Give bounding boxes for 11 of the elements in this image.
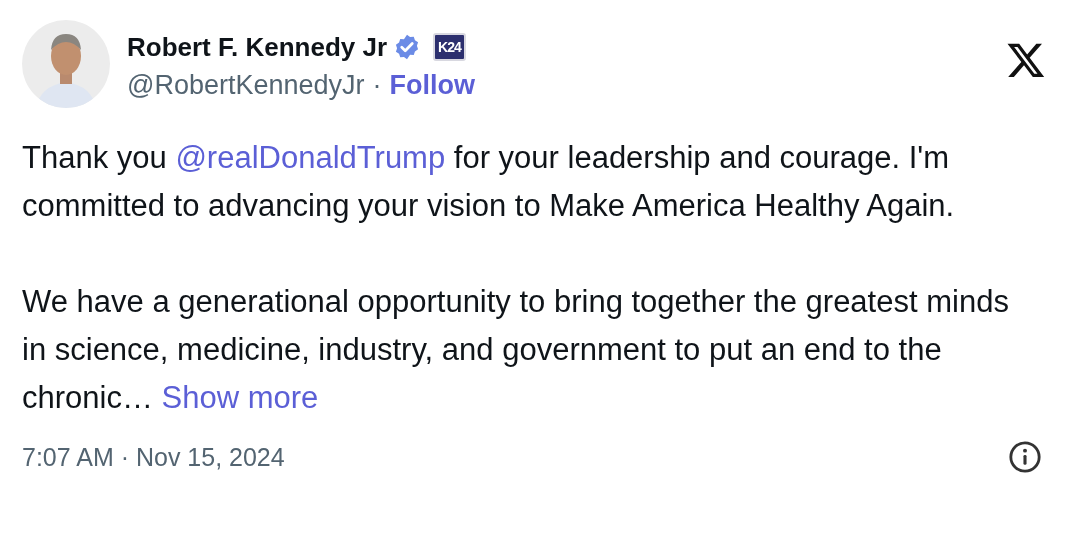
affiliate-badge: K24 — [433, 33, 466, 61]
info-icon[interactable] — [1008, 440, 1042, 474]
author-name[interactable]: Robert F. Kennedy Jr — [127, 31, 388, 63]
tweet-text: Thank you @realDonaldTrump for your leadership and courage. I'm committed to advancing your vision to Make America Healthy Again. — [22, 139, 956, 225]
tweet-text: We have a generational opportunity to bring together the greatest minds in science, medicine, industry, and government to put an end to the chronic… Show more — [22, 283, 1010, 417]
mention-link[interactable]: @realDonaldTrump — [175, 140, 446, 175]
show-more-link[interactable]: Show more — [161, 380, 319, 415]
follow-link[interactable]: Follow — [389, 69, 475, 101]
timestamp[interactable]: 7:07 AM · Nov 15, 2024 — [22, 442, 285, 472]
author-handle[interactable]: @RobertKennedyJr — [127, 69, 365, 101]
separator-dot: · — [372, 69, 382, 101]
